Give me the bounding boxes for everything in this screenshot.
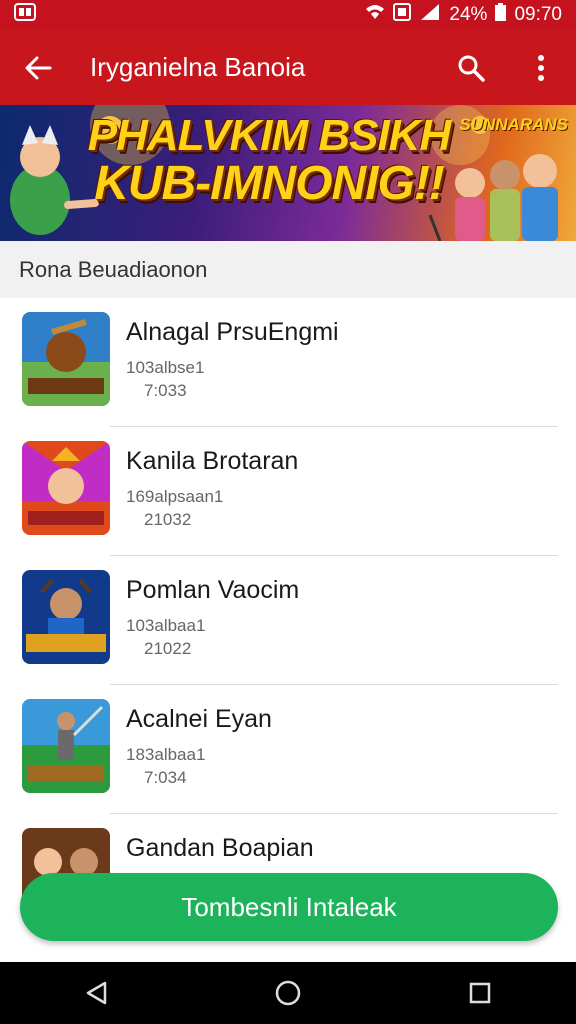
triangle-back-icon — [86, 981, 107, 1005]
game-title: Alnagal PrsuEngmi — [126, 318, 339, 346]
circle-home-icon — [275, 980, 301, 1006]
list-item[interactable]: Kanila Brotaran 169alpsaan1 21032 — [0, 427, 576, 556]
search-button[interactable] — [436, 30, 506, 105]
game-meta-secondary: 21022 — [144, 639, 192, 658]
game-icon — [22, 441, 110, 535]
game-meta: 169alpsaan1 — [126, 487, 224, 506]
clock-time: 09:70 — [514, 4, 562, 25]
game-title: Kanila Brotaran — [126, 447, 299, 475]
gallery-notification-icon — [14, 3, 36, 27]
more-options-button[interactable] — [506, 30, 576, 105]
nav-home-button[interactable] — [258, 963, 318, 1023]
back-button[interactable] — [0, 30, 76, 105]
app-bar: Iryganielna Banoia — [0, 30, 576, 105]
system-nav-bar — [0, 962, 576, 1024]
signal-icon — [419, 3, 441, 27]
game-icon — [22, 312, 110, 406]
game-meta-secondary: 7:033 — [144, 381, 187, 400]
banner-line-2: KUB-IMNONIG!! — [94, 157, 445, 211]
list-item[interactable]: Acalnei Eyan 183albaa1 7:034 — [0, 685, 576, 814]
battery-percent: 24% — [449, 4, 488, 25]
more-vert-icon — [538, 54, 544, 81]
game-meta: 183albaa1 — [126, 745, 206, 764]
game-meta: 103albaa1 — [126, 616, 206, 635]
section-header: Rona Beuadiaonon — [0, 241, 576, 298]
nfc-icon — [393, 3, 412, 27]
wifi-icon — [365, 3, 385, 27]
search-icon — [458, 55, 485, 82]
game-meta-secondary: 7:034 — [144, 768, 187, 787]
install-button[interactable]: Tombesnli Intaleak — [20, 873, 558, 941]
nav-recents-button[interactable] — [450, 963, 510, 1023]
game-list: Alnagal PrsuEngmi 103albse1 7:033 Kanila… — [0, 298, 576, 943]
banner-tag: SUNNARANS — [459, 115, 568, 134]
game-icon — [22, 570, 110, 664]
banner-line-1: PHALVKIM BSIKH — [87, 111, 451, 160]
nav-back-button[interactable] — [66, 963, 126, 1023]
game-meta: 103albse1 — [126, 358, 205, 377]
game-title: Acalnei Eyan — [126, 705, 272, 733]
game-title: Pomlan Vaocim — [126, 576, 300, 604]
square-recents-icon — [469, 982, 491, 1004]
page-title: Iryganielna Banoia — [90, 52, 306, 82]
status-bar: 24% 09:70 — [0, 0, 576, 30]
battery-icon — [495, 3, 507, 27]
game-meta-secondary: 21032 — [144, 510, 192, 529]
game-title: Gandan Boapian — [126, 834, 314, 862]
back-arrow-icon — [25, 56, 52, 79]
banner-headline: PHALVKIM BSIKH KUB-IMNONIG!! — [74, 111, 464, 211]
list-item[interactable]: Alnagal PrsuEngmi 103albse1 7:033 — [0, 298, 576, 427]
promo-banner[interactable]: PHALVKIM BSIKH KUB-IMNONIG!! SUNNARANS — [0, 105, 576, 241]
game-icon — [22, 699, 110, 793]
list-item[interactable]: Pomlan Vaocim 103albaa1 21022 — [0, 556, 576, 685]
